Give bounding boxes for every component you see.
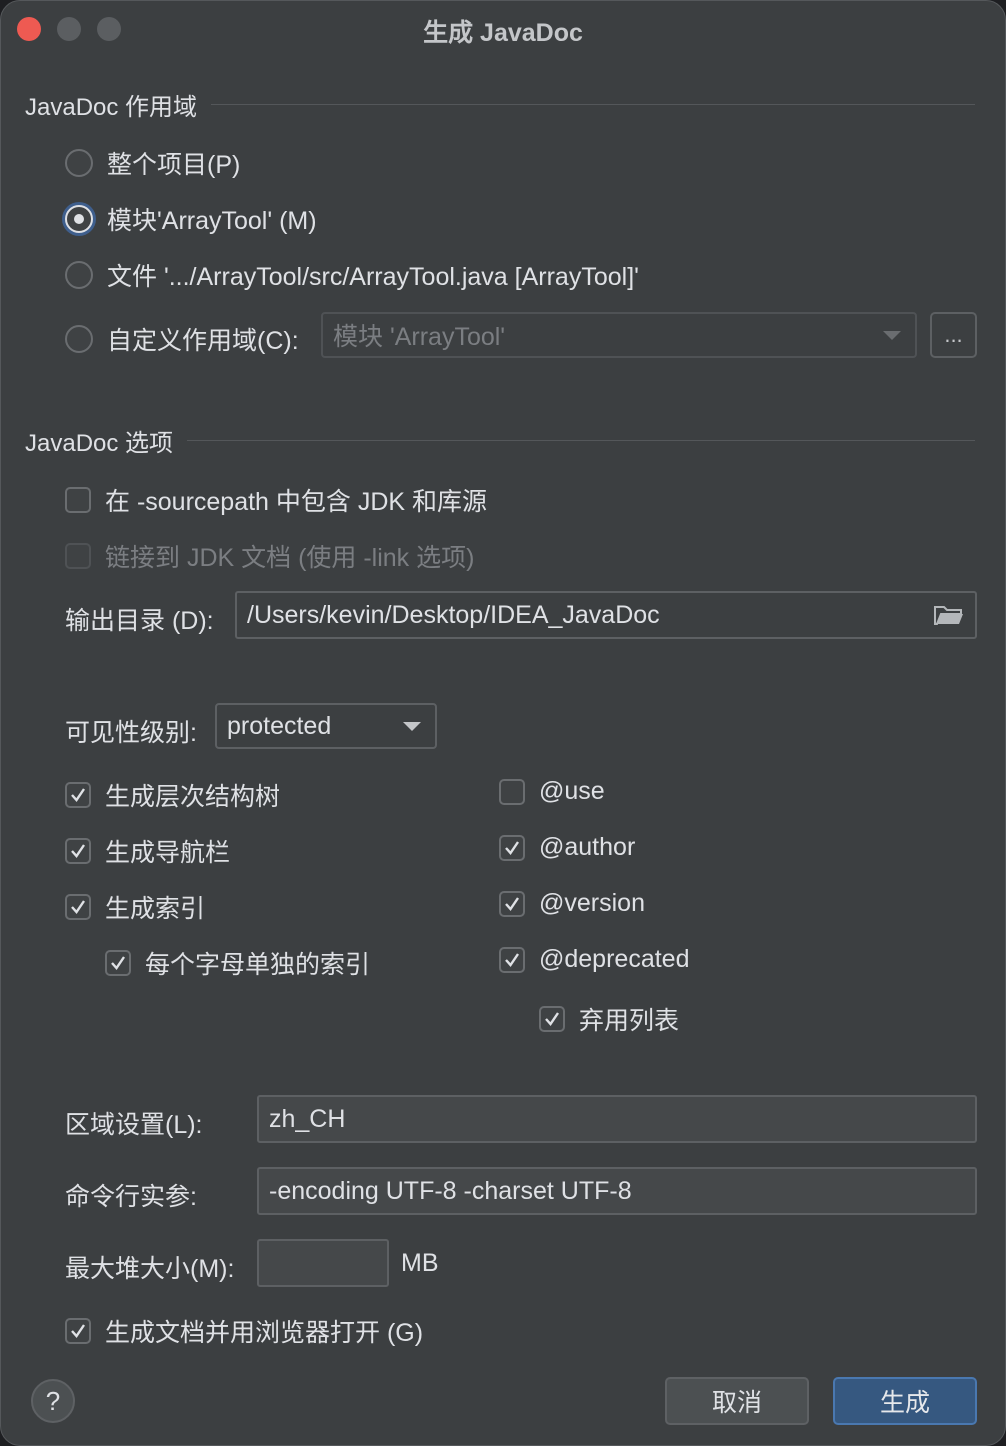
- custom-scope-browse-button[interactable]: ...: [930, 312, 977, 358]
- deprecated-list-checkbox[interactable]: 弃用列表: [539, 1001, 679, 1037]
- checkbox-label: 每个字母单独的索引: [145, 951, 371, 979]
- visibility-dropdown[interactable]: protected: [215, 703, 437, 749]
- checkbox[interactable]: [65, 487, 91, 513]
- checkmark-icon: [71, 900, 85, 914]
- checkmark-icon: [545, 1012, 559, 1026]
- title-bar: 生成 JavaDoc: [1, 1, 1005, 57]
- checkbox-label: 生成层次结构树: [105, 783, 281, 811]
- visibility-label: 可见性级别:: [65, 719, 197, 747]
- checkbox-checked[interactable]: [105, 950, 131, 976]
- checkbox-label: 生成索引: [105, 895, 206, 923]
- chevron-down-icon: [403, 722, 421, 731]
- cancel-button[interactable]: 取消: [665, 1377, 809, 1425]
- checkmark-icon: [505, 840, 519, 855]
- locale-label: 区域设置(L):: [65, 1111, 203, 1139]
- checkmark-icon: [71, 844, 85, 858]
- include-jdk-sources-checkbox[interactable]: 在 -sourcepath 中包含 JDK 和库源: [65, 482, 487, 518]
- output-dir-label: 输出目录 (D):: [65, 607, 214, 635]
- scope-option-project[interactable]: 整个项目(P): [65, 145, 240, 181]
- output-dir-value: /Users/kevin/Desktop/IDEA_JavaDoc: [247, 600, 660, 629]
- options-section-title: JavaDoc 选项: [25, 429, 174, 457]
- options-section-header: JavaDoc 选项: [25, 425, 975, 457]
- checkbox-label: 链接到 JDK 文档 (使用 -link 选项): [105, 544, 475, 572]
- checkbox-checked[interactable]: [499, 834, 525, 861]
- heap-unit-label: MB: [401, 1249, 439, 1277]
- checkbox-checked[interactable]: [65, 894, 91, 920]
- cmdline-args-field[interactable]: -encoding UTF-8 -charset UTF-8: [257, 1167, 977, 1215]
- cmdline-label: 命令行实参:: [65, 1183, 197, 1211]
- checkbox-checked[interactable]: [65, 782, 91, 808]
- checkbox-label: @deprecated: [539, 945, 690, 973]
- checkbox-label: 生成文档并用浏览器打开 (G): [105, 1319, 424, 1347]
- checkbox-label: 生成导航栏: [105, 839, 231, 867]
- generate-button[interactable]: 生成: [833, 1377, 977, 1425]
- checkmark-icon: [111, 956, 125, 970]
- divider: [211, 103, 975, 105]
- chevron-down-icon: [883, 331, 901, 340]
- scope-option-label: 整个项目(P): [107, 151, 241, 179]
- scope-section-title: JavaDoc 作用域: [25, 93, 198, 121]
- checkmark-icon: [71, 1324, 85, 1338]
- locale-field[interactable]: zh_CH: [257, 1095, 977, 1143]
- scope-option-label: 文件 '.../ArrayTool/src/ArrayTool.java [Ar…: [107, 263, 639, 291]
- radio-button[interactable]: [65, 261, 93, 289]
- checkbox[interactable]: [499, 778, 525, 805]
- checkmark-icon: [505, 896, 519, 911]
- tag-version-checkbox[interactable]: @version: [499, 889, 645, 918]
- scope-section-header: JavaDoc 作用域: [25, 89, 975, 121]
- tag-deprecated-checkbox[interactable]: @deprecated: [499, 945, 689, 974]
- open-in-browser-checkbox[interactable]: 生成文档并用浏览器打开 (G): [65, 1313, 423, 1349]
- generate-index-checkbox[interactable]: 生成索引: [65, 889, 205, 925]
- locale-value: zh_CH: [269, 1104, 346, 1133]
- radio-button-selected[interactable]: [65, 205, 93, 233]
- checkbox-checked[interactable]: [65, 1318, 91, 1344]
- heap-size-field[interactable]: [257, 1239, 389, 1287]
- checkbox-label: 在 -sourcepath 中包含 JDK 和库源: [105, 488, 488, 516]
- output-dir-field[interactable]: /Users/kevin/Desktop/IDEA_JavaDoc: [235, 591, 977, 639]
- cmdline-value: -encoding UTF-8 -charset UTF-8: [269, 1176, 632, 1205]
- scope-option-label: 自定义作用域(C):: [107, 327, 299, 355]
- checkbox-checked[interactable]: [65, 838, 91, 864]
- scope-option-custom[interactable]: 自定义作用域(C):: [65, 321, 299, 357]
- checkbox-label: 弃用列表: [579, 1007, 680, 1035]
- javadoc-dialog: 生成 JavaDoc JavaDoc 作用域 整个项目(P) 模块'ArrayT…: [0, 0, 1006, 1446]
- tag-use-checkbox[interactable]: @use: [499, 777, 605, 806]
- help-button[interactable]: ?: [31, 1379, 75, 1423]
- folder-icon[interactable]: [933, 603, 965, 627]
- checkbox: [65, 543, 91, 569]
- radio-button[interactable]: [65, 325, 93, 353]
- custom-scope-value: 模块 'ArrayTool': [333, 323, 506, 351]
- scope-option-module[interactable]: 模块'ArrayTool' (M): [65, 201, 317, 237]
- tag-author-checkbox[interactable]: @author: [499, 833, 635, 862]
- generate-navbar-checkbox[interactable]: 生成导航栏: [65, 833, 230, 869]
- checkbox-checked[interactable]: [539, 1006, 565, 1032]
- custom-scope-dropdown[interactable]: 模块 'ArrayTool': [321, 312, 917, 358]
- scope-option-label: 模块'ArrayTool' (M): [107, 207, 317, 235]
- generate-hierarchy-checkbox[interactable]: 生成层次结构树: [65, 777, 280, 813]
- checkmark-icon: [71, 788, 85, 802]
- divider: [187, 439, 975, 441]
- scope-option-file[interactable]: 文件 '.../ArrayTool/src/ArrayTool.java [Ar…: [65, 257, 639, 293]
- checkmark-icon: [505, 952, 519, 967]
- link-jdk-docs-checkbox: 链接到 JDK 文档 (使用 -link 选项): [65, 538, 474, 574]
- checkbox-checked[interactable]: [499, 946, 525, 973]
- radio-button[interactable]: [65, 149, 93, 177]
- checkbox-checked[interactable]: [499, 890, 525, 917]
- heap-size-label: 最大堆大小(M):: [65, 1255, 235, 1283]
- checkbox-label: @author: [539, 833, 636, 861]
- separate-index-per-letter-checkbox[interactable]: 每个字母单独的索引: [105, 945, 370, 981]
- checkbox-label: @use: [539, 777, 605, 805]
- visibility-value: protected: [227, 711, 332, 740]
- checkbox-label: @version: [539, 889, 645, 917]
- dialog-title: 生成 JavaDoc: [423, 19, 583, 47]
